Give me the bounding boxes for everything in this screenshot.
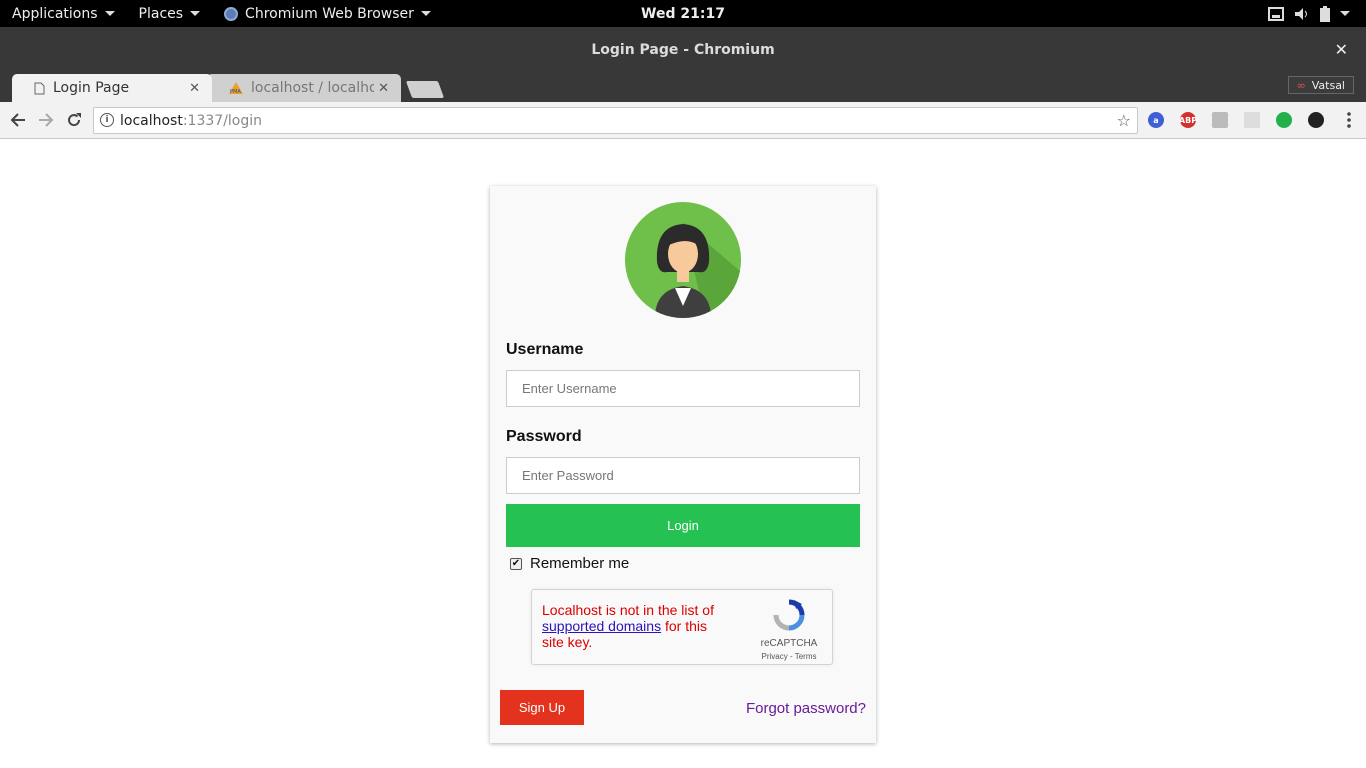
incognito-icon: ∞ [1296, 78, 1306, 92]
reload-icon [68, 113, 81, 127]
recaptcha-brand: reCAPTCHA [760, 638, 818, 649]
extension-cast-icon[interactable] [1244, 112, 1260, 128]
address-bar[interactable]: i localhost:1337/login ☆ [93, 107, 1138, 134]
url-path: :1337/login [182, 112, 263, 129]
recaptcha-widget[interactable]: Localhost is not in the list of supporte… [531, 589, 833, 665]
tab-label: Login Page [53, 80, 130, 96]
recaptcha-logo: reCAPTCHA Privacy - Terms [754, 598, 824, 661]
back-arrow-icon [10, 113, 25, 127]
close-tab-icon[interactable]: ✕ [378, 81, 389, 96]
svg-text:PMA: PMA [230, 89, 241, 94]
places-menu-label: Places [138, 5, 184, 22]
chevron-down-icon [1340, 11, 1350, 16]
user-avatar-icon [655, 222, 741, 318]
username-input[interactable] [506, 370, 860, 407]
tab-login-page[interactable]: Login Page ✕ [12, 74, 212, 102]
close-icon[interactable]: ✕ [1335, 40, 1348, 59]
info-icon[interactable]: i [100, 113, 114, 127]
volume-icon [1295, 7, 1307, 20]
extension-a-icon[interactable]: a [1148, 112, 1164, 128]
supported-domains-link[interactable]: supported domains [542, 618, 661, 634]
document-icon [34, 82, 45, 94]
password-label: Password [506, 428, 582, 445]
network-icon [1268, 6, 1284, 21]
app-menu[interactable]: Chromium Web Browser [212, 0, 443, 27]
remember-me-label: Remember me [530, 555, 630, 572]
tab-phpmyadmin[interactable]: PMA localhost / localhost ✕ [207, 74, 401, 102]
adblock-plus-icon[interactable]: ABP [1179, 112, 1197, 128]
forgot-password-link[interactable]: Forgot password? [746, 700, 866, 717]
chrome-menu-button[interactable] [1338, 109, 1360, 131]
extension-green-icon[interactable] [1276, 112, 1292, 128]
tab-strip: Login Page ✕ PMA localhost / localhost ✕… [0, 72, 1366, 102]
username-label: Username [506, 341, 584, 358]
new-tab-button[interactable] [405, 81, 445, 98]
applications-menu[interactable]: Applications [0, 0, 127, 27]
applications-menu-label: Applications [12, 5, 98, 22]
phpmyadmin-icon: PMA [229, 82, 243, 94]
chromium-icon [224, 6, 239, 21]
forward-button[interactable] [35, 109, 57, 131]
recaptcha-error: Localhost is not in the list of supporte… [542, 602, 732, 650]
recaptcha-error-prefix: Localhost is not in the list of [542, 602, 714, 618]
recaptcha-privacy-terms[interactable]: Privacy - Terms [754, 652, 824, 661]
chevron-down-icon [420, 11, 431, 16]
remember-me[interactable]: ✔ Remember me [510, 555, 629, 572]
forward-arrow-icon [39, 113, 54, 127]
login-button[interactable]: Login [506, 504, 860, 547]
system-tray[interactable] [1268, 0, 1350, 27]
login-card: Username Password Login ✔ Remember me Lo… [490, 186, 876, 743]
bookmark-star-icon[interactable]: ☆ [1117, 111, 1131, 130]
browser-toolbar: i localhost:1337/login ☆ a ABP [0, 102, 1366, 139]
recaptcha-icon [773, 599, 805, 631]
signup-button[interactable]: Sign Up [500, 690, 584, 725]
places-menu[interactable]: Places [127, 0, 213, 27]
battery-icon [1320, 5, 1330, 22]
password-input[interactable] [506, 457, 860, 494]
chevron-down-icon [190, 11, 201, 16]
avatar [625, 202, 741, 318]
system-top-bar: Applications Places Chromium Web Browser… [0, 0, 1366, 27]
remember-me-checkbox[interactable]: ✔ [510, 557, 522, 570]
tab-label: localhost / localhost [251, 80, 375, 96]
extension-gnome-icon[interactable] [1308, 112, 1324, 128]
extension-mail-icon[interactable] [1212, 112, 1228, 128]
window-title-bar: Login Page - Chromium ✕ [0, 27, 1366, 72]
back-button[interactable] [7, 109, 29, 131]
window-title: Login Page - Chromium [591, 41, 775, 58]
clock[interactable]: Wed 21:17 [641, 6, 725, 22]
kebab-menu-icon [1347, 112, 1351, 128]
profile-name: Vatsal [1311, 78, 1345, 92]
chevron-down-icon [104, 11, 115, 16]
reload-button[interactable] [63, 109, 85, 131]
close-tab-icon[interactable]: ✕ [189, 81, 200, 96]
app-menu-label: Chromium Web Browser [245, 5, 414, 22]
profile-button[interactable]: ∞ Vatsal [1287, 76, 1354, 94]
url-host: localhost [120, 112, 183, 129]
